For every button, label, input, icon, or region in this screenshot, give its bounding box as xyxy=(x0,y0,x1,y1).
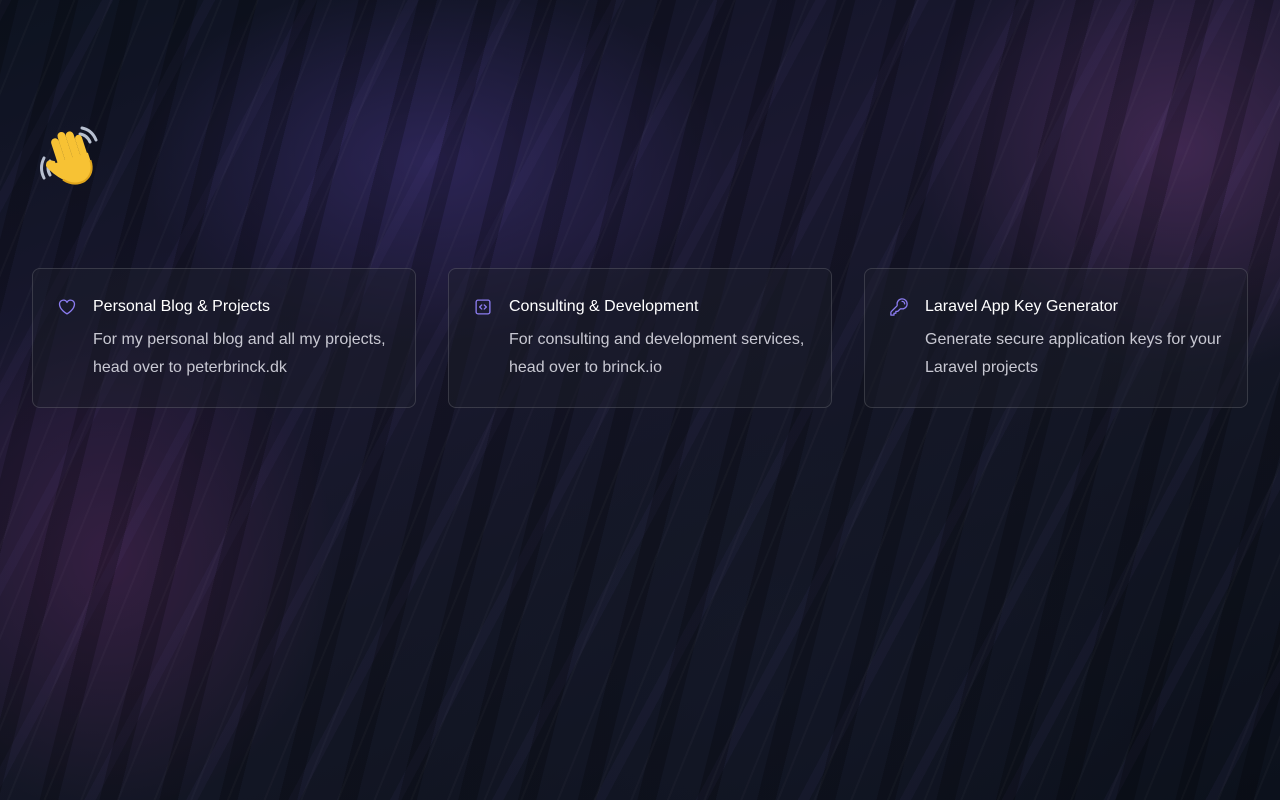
card-grid: Personal Blog & Projects For my personal… xyxy=(32,268,1248,408)
heart-icon xyxy=(57,297,77,317)
card-body: Consulting & Development For consulting … xyxy=(509,295,804,407)
card-title: Laravel App Key Generator xyxy=(925,298,1119,315)
card-body: Personal Blog & Projects For my personal… xyxy=(93,295,386,407)
card-title: Consulting & Development xyxy=(509,298,699,315)
card-description-line: head over to brinck.io xyxy=(509,359,662,376)
card-description: For my personal blog and all my projects… xyxy=(93,326,386,382)
card-description: For consulting and development services,… xyxy=(509,326,804,382)
card-description-line: For consulting and development services, xyxy=(509,331,805,348)
card-description-line: Generate secure application keys for you… xyxy=(925,331,1222,348)
card-body: Laravel App Key Generator Generate secur… xyxy=(925,295,1221,407)
card-description: Generate secure application keys for you… xyxy=(925,326,1221,382)
key-icon xyxy=(889,297,909,317)
code-bracket-square-icon xyxy=(473,297,493,317)
card-description-line: For my personal blog and all my projects… xyxy=(93,331,386,348)
waving-hand-icon xyxy=(36,122,102,192)
card-key-generator[interactable]: Laravel App Key Generator Generate secur… xyxy=(864,268,1248,408)
card-title: Personal Blog & Projects xyxy=(93,298,270,315)
card-description-line: Laravel projects xyxy=(925,359,1038,376)
card-personal-blog[interactable]: Personal Blog & Projects For my personal… xyxy=(32,268,416,408)
card-consulting[interactable]: Consulting & Development For consulting … xyxy=(448,268,832,408)
card-description-line: head over to peterbrinck.dk xyxy=(93,359,287,376)
